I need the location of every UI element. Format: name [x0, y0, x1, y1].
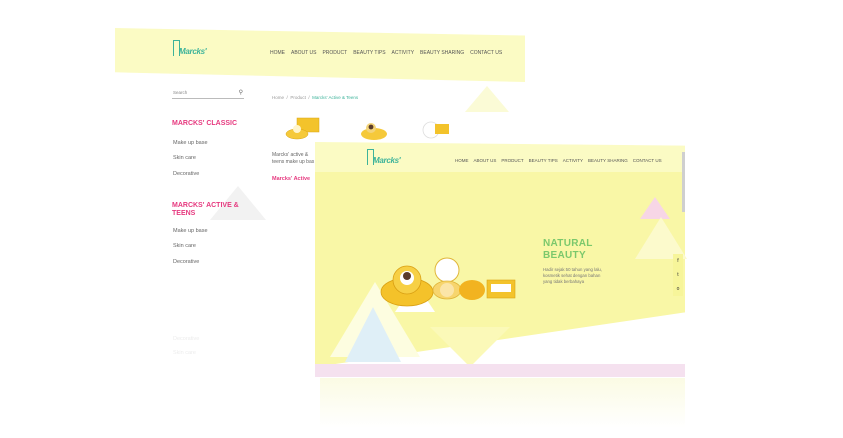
reflection-text: Skin care: [173, 350, 196, 356]
nav-activity[interactable]: ACTIVITY: [392, 50, 415, 56]
facebook-icon[interactable]: f: [677, 258, 678, 264]
desc-line: teens make up bas: [272, 159, 315, 165]
sidebar-item-decorative[interactable]: Decorative: [173, 171, 199, 177]
product-description: Marcks' active & teens make up bas: [272, 152, 314, 166]
nav-home[interactable]: HOME: [455, 158, 469, 163]
social-bar: f t o: [673, 254, 683, 296]
hero-tagline: Hadir sejak 50 tahun yang lalu, kosmetik…: [543, 267, 603, 284]
hero-product-image: [377, 250, 527, 315]
main-nav: HOME ABOUT US PRODUCT BEAUTY TIPS ACTIVI…: [270, 50, 502, 56]
logo-text: Marcks': [179, 47, 207, 56]
screenshot-stage: Marcks' HOME ABOUT US PRODUCT BEAUTY TIP…: [0, 0, 843, 438]
nav-about-us[interactable]: ABOUT US: [474, 158, 497, 163]
nav-beauty-sharing[interactable]: BEAUTY SHARING: [420, 50, 464, 56]
hero-title: NATURAL BEAUTY: [543, 238, 593, 262]
nav-contact-us[interactable]: CONTACT US: [470, 50, 502, 56]
twitter-icon[interactable]: t: [677, 272, 678, 278]
breadcrumb: Home / Product / Marcks' Active & Teens: [272, 95, 359, 100]
main-nav: HOME ABOUT US PRODUCT BEAUTY TIPS ACTIVI…: [455, 158, 662, 163]
product-category-link[interactable]: Marcks' Active: [272, 176, 310, 182]
nav-home[interactable]: HOME: [270, 50, 285, 56]
breadcrumb-home[interactable]: Home: [272, 95, 284, 100]
brand-logo[interactable]: Marcks': [367, 149, 401, 165]
nav-activity[interactable]: ACTIVITY: [563, 158, 583, 163]
nav-contact-us[interactable]: CONTACT US: [633, 158, 662, 163]
sidebar-heading-active-teens[interactable]: MARCKS' ACTIVE & TEENS: [172, 202, 244, 218]
hero-title-line: BEAUTY: [543, 250, 586, 261]
nav-about-us[interactable]: ABOUT US: [291, 50, 316, 56]
sidebar-item-skin-care[interactable]: Skin care: [173, 243, 196, 249]
window-reflection: [320, 378, 685, 428]
logo-text: Marcks': [373, 156, 401, 165]
brand-logo[interactable]: Marcks': [173, 40, 207, 56]
instagram-icon[interactable]: o: [677, 286, 680, 292]
decor-triangle: [635, 217, 687, 259]
breadcrumb-current: Marcks' Active & Teens: [312, 95, 359, 100]
sidebar-item-makeup-base[interactable]: Make up base: [173, 228, 208, 234]
decor-triangle: [430, 327, 510, 367]
decor-triangle: [465, 86, 509, 112]
home-page-window: Marcks' HOME ABOUT US PRODUCT BEAUTY TIP…: [315, 142, 687, 377]
desc-line: Marcks' active &: [272, 152, 309, 158]
nav-product[interactable]: PRODUCT: [322, 50, 347, 56]
sidebar-item-skin-care[interactable]: Skin care: [173, 155, 196, 161]
footer-stripe: [315, 364, 685, 377]
search-placeholder: Search: [173, 90, 188, 95]
search-icon[interactable]: ⚲: [239, 89, 243, 96]
search-input[interactable]: Search ⚲: [172, 88, 244, 99]
sidebar-item-decorative[interactable]: Decorative: [173, 259, 199, 265]
breadcrumb-product[interactable]: Product: [290, 95, 306, 100]
hero-title-line: NATURAL: [543, 238, 593, 249]
nav-beauty-sharing[interactable]: BEAUTY SHARING: [588, 158, 628, 163]
nav-beauty-tips[interactable]: BEAUTY TIPS: [529, 158, 558, 163]
nav-beauty-tips[interactable]: BEAUTY TIPS: [353, 50, 385, 56]
sidebar-heading-classic[interactable]: MARCKS' CLASSIC: [172, 120, 237, 128]
nav-product[interactable]: PRODUCT: [501, 158, 523, 163]
reflection-text: Decorative: [173, 336, 200, 342]
scrollbar[interactable]: [682, 152, 685, 212]
decor-triangle: [345, 307, 401, 362]
decor-triangle: [640, 197, 670, 219]
sidebar-item-makeup-base[interactable]: Make up base: [173, 140, 208, 146]
